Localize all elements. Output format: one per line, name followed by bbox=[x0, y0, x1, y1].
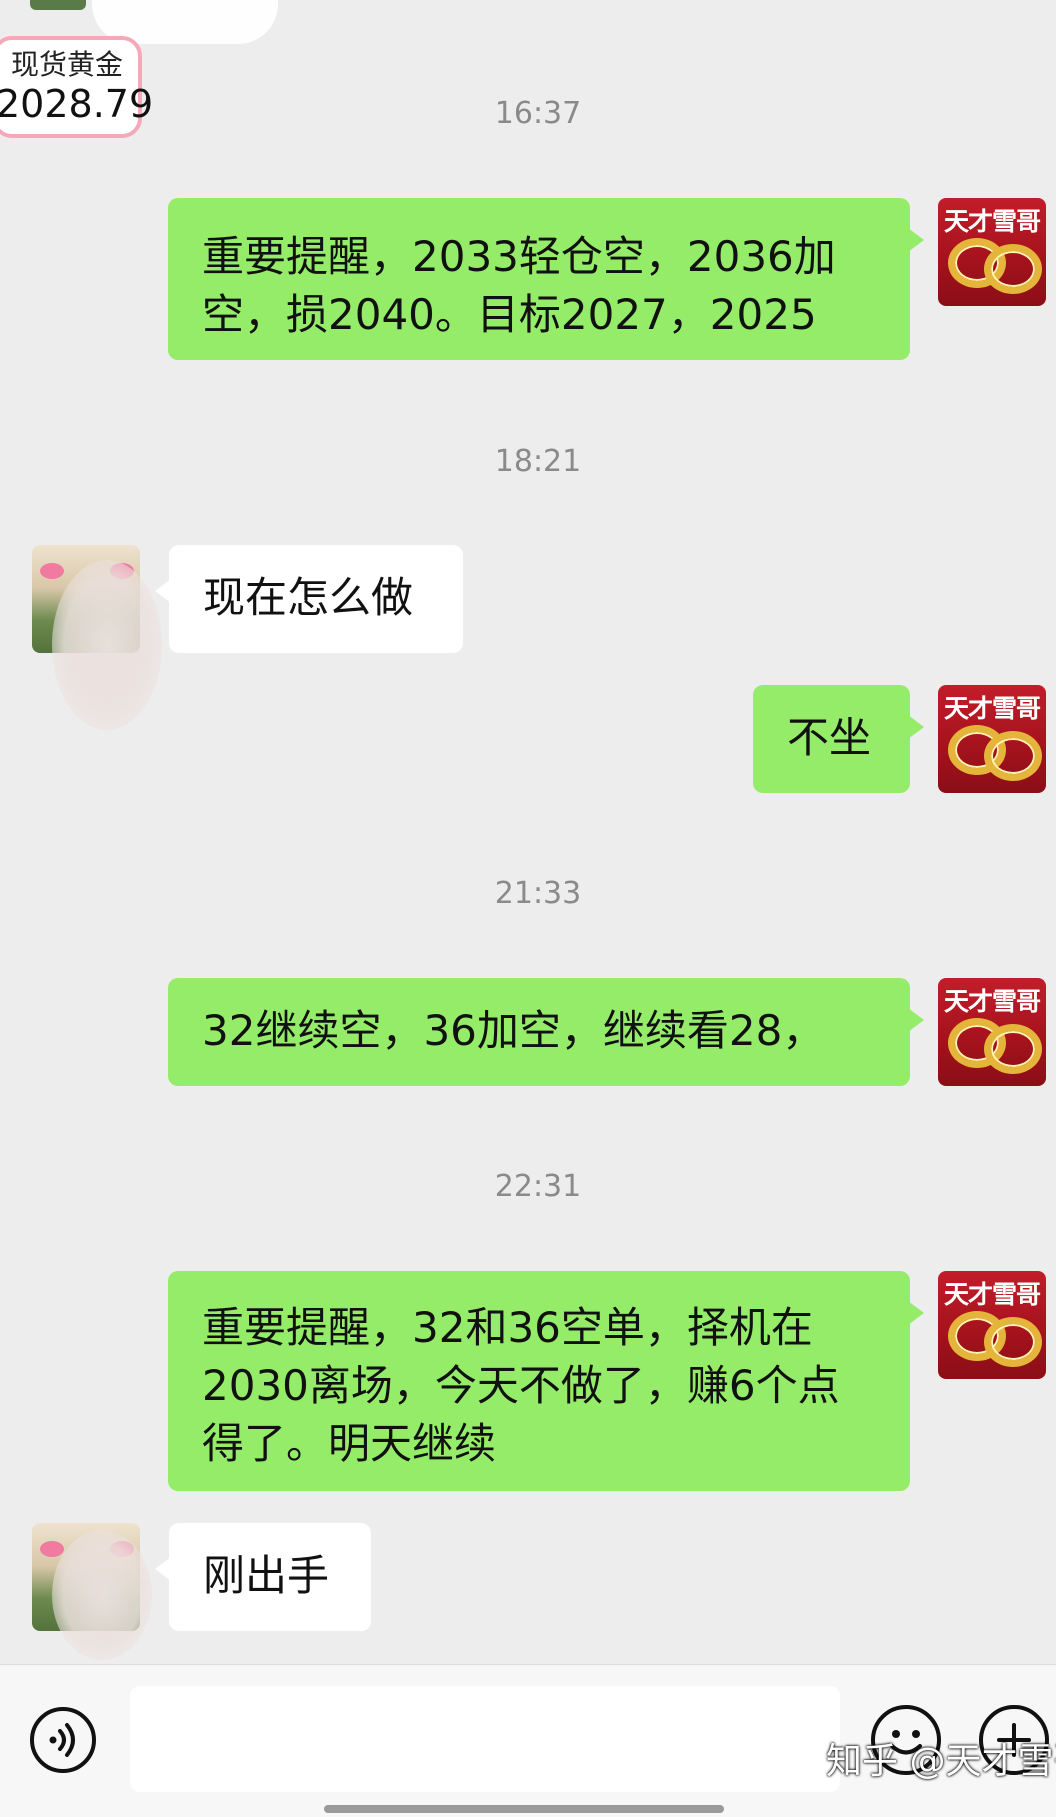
timestamp: 18:21 bbox=[494, 444, 582, 479]
message-input[interactable] bbox=[130, 1686, 840, 1792]
contact-message-bubble[interactable]: 刚出手 bbox=[155, 1523, 371, 1631]
my-avatar[interactable]: 天才雪哥 bbox=[938, 685, 1046, 793]
timestamp: 21:33 bbox=[494, 876, 582, 911]
my-avatar[interactable]: 天才雪哥 bbox=[938, 198, 1046, 306]
my-message-bubble[interactable]: 重要提醒，2033轻仓空，2036加空，损2040。目标2027，2025 bbox=[168, 198, 924, 360]
my-message-bubble[interactable]: 不坐 bbox=[753, 685, 924, 793]
timestamp: 16:37 bbox=[494, 96, 582, 131]
home-indicator[interactable] bbox=[324, 1805, 724, 1813]
privacy-blur bbox=[52, 560, 162, 730]
my-message-bubble[interactable]: 重要提醒，32和36空单，择机在2030离场，今天不做了，赚6个点得了。明天继续 bbox=[168, 1271, 924, 1491]
contact-message-bubble[interactable]: 现在怎么做 bbox=[155, 545, 463, 653]
previous-avatar-fragment bbox=[30, 0, 86, 10]
voice-icon[interactable] bbox=[30, 1707, 96, 1773]
avatar-label: 天才雪哥 bbox=[943, 694, 1041, 723]
avatar-label: 天才雪哥 bbox=[943, 207, 1041, 236]
timestamp: 22:31 bbox=[494, 1169, 582, 1204]
my-message-bubble[interactable]: 32继续空，36加空，继续看28， bbox=[168, 978, 924, 1086]
my-avatar[interactable]: 天才雪哥 bbox=[938, 1271, 1046, 1379]
watermark: 知乎 @天才雪哥 bbox=[826, 1741, 1056, 1782]
privacy-blur bbox=[52, 1530, 152, 1660]
ticker-name: 现货黄金 bbox=[10, 48, 123, 81]
avatar-label: 天才雪哥 bbox=[943, 987, 1041, 1016]
my-avatar[interactable]: 天才雪哥 bbox=[938, 978, 1046, 1086]
avatar-label: 天才雪哥 bbox=[943, 1280, 1041, 1309]
